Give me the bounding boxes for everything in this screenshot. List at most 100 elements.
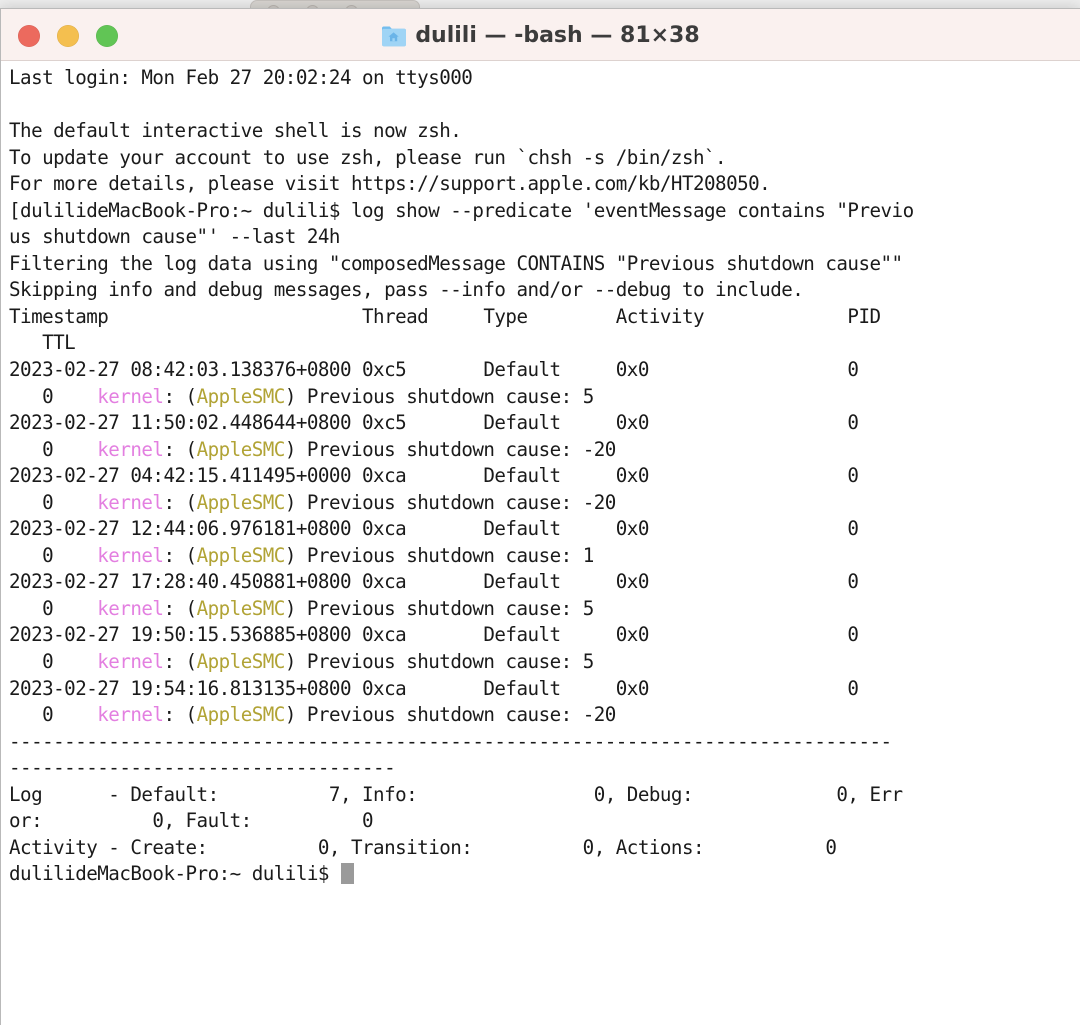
terminal-cursor bbox=[341, 863, 354, 884]
terminal-text: 0 bbox=[9, 385, 97, 408]
log-process-name: kernel bbox=[97, 544, 163, 567]
log-subsystem-name: AppleSMC bbox=[197, 597, 285, 620]
terminal-text: Timestamp Thread Type Activity PID bbox=[9, 305, 881, 328]
terminal-text: 0 bbox=[9, 544, 97, 567]
terminal-text: To update your account to use zsh, pleas… bbox=[9, 146, 726, 169]
terminal-text: dulilideMacBook-Pro:~ dulili$ bbox=[9, 862, 340, 885]
terminal-text: : ( bbox=[163, 385, 196, 408]
log-subsystem-name: AppleSMC bbox=[197, 650, 285, 673]
terminal-text: 2023-02-27 08:42:03.138376+0800 0xc5 Def… bbox=[9, 358, 858, 381]
terminal-line-zsh-notice-2: To update your account to use zsh, pleas… bbox=[9, 145, 1080, 172]
terminal-line-entry-6-msg: 0 kernel: (AppleSMC) Previous shutdown c… bbox=[9, 649, 1080, 676]
terminal-line-skipping-notice: Skipping info and debug messages, pass -… bbox=[9, 277, 1080, 304]
close-button[interactable] bbox=[18, 25, 40, 47]
terminal-line-summary-log-1: Log - Default: 7, Info: 0, Debug: 0, Err bbox=[9, 782, 1080, 809]
terminal-text: : ( bbox=[163, 491, 196, 514]
terminal-text: 0 bbox=[9, 491, 97, 514]
window-title-group: dulili — -bash — 81×38 bbox=[1, 9, 1080, 61]
terminal-line-entry-7-time: 2023-02-27 19:54:16.813135+0800 0xca Def… bbox=[9, 676, 1080, 703]
terminal-text: ) Previous shutdown cause: 5 bbox=[285, 597, 594, 620]
terminal-window: dulili — -bash — 81×38 Last login: Mon F… bbox=[0, 8, 1080, 1025]
terminal-text: 2023-02-27 17:28:40.450881+0800 0xca Def… bbox=[9, 570, 858, 593]
log-process-name: kernel bbox=[97, 597, 163, 620]
terminal-text: ) Previous shutdown cause: -20 bbox=[285, 703, 616, 726]
terminal-line-zsh-notice-1: The default interactive shell is now zsh… bbox=[9, 118, 1080, 145]
log-process-name: kernel bbox=[97, 491, 163, 514]
terminal-text: ----------------------------------------… bbox=[9, 730, 892, 753]
terminal-text: : ( bbox=[163, 438, 196, 461]
minimize-button[interactable] bbox=[57, 25, 79, 47]
terminal-text: : ( bbox=[163, 544, 196, 567]
terminal-text: Activity - Create: 0, Transition: 0, Act… bbox=[9, 836, 836, 859]
log-subsystem-name: AppleSMC bbox=[197, 438, 285, 461]
terminal-text: 2023-02-27 19:50:15.536885+0800 0xca Def… bbox=[9, 623, 858, 646]
terminal-text: 0 bbox=[9, 597, 97, 620]
terminal-line-command-line-1: [dulilideMacBook-Pro:~ dulili$ log show … bbox=[9, 198, 1080, 225]
terminal-text: The default interactive shell is now zsh… bbox=[9, 119, 461, 142]
terminal-text: 2023-02-27 12:44:06.976181+0800 0xca Def… bbox=[9, 517, 858, 540]
terminal-line-entry-5-time: 2023-02-27 17:28:40.450881+0800 0xca Def… bbox=[9, 569, 1080, 596]
log-process-name: kernel bbox=[97, 438, 163, 461]
terminal-text: : ( bbox=[163, 650, 196, 673]
window-title: dulili — -bash — 81×38 bbox=[415, 23, 699, 48]
terminal-line-summary-activity: Activity - Create: 0, Transition: 0, Act… bbox=[9, 835, 1080, 862]
terminal-text: or: 0, Fault: 0 bbox=[9, 809, 373, 832]
terminal-line-entry-2-msg: 0 kernel: (AppleSMC) Previous shutdown c… bbox=[9, 437, 1080, 464]
terminal-text: Log - Default: 7, Info: 0, Debug: 0, Err bbox=[9, 783, 903, 806]
terminal-line-filter-notice: Filtering the log data using "composedMe… bbox=[9, 251, 1080, 278]
terminal-line-col-header-1: Timestamp Thread Type Activity PID bbox=[9, 304, 1080, 331]
terminal-text: ) Previous shutdown cause: -20 bbox=[285, 438, 616, 461]
terminal-text: 0 bbox=[9, 650, 97, 673]
terminal-text: 0 bbox=[9, 438, 97, 461]
terminal-line-col-header-2: TTL bbox=[9, 330, 1080, 357]
log-subsystem-name: AppleSMC bbox=[197, 385, 285, 408]
terminal-line-entry-1-msg: 0 kernel: (AppleSMC) Previous shutdown c… bbox=[9, 384, 1080, 411]
terminal-text: ) Previous shutdown cause: 1 bbox=[285, 544, 594, 567]
log-process-name: kernel bbox=[97, 703, 163, 726]
terminal-text: us shutdown cause"' --last 24h bbox=[9, 225, 340, 248]
terminal-screen: Last login: Mon Feb 27 20:02:24 on ttys0… bbox=[9, 65, 1080, 888]
terminal-line-entry-7-msg: 0 kernel: (AppleSMC) Previous shutdown c… bbox=[9, 702, 1080, 729]
terminal-text: TTL bbox=[9, 331, 75, 354]
terminal-line-summary-log-2: or: 0, Fault: 0 bbox=[9, 808, 1080, 835]
terminal-text: ) Previous shutdown cause: 5 bbox=[285, 650, 594, 673]
terminal-text: ) Previous shutdown cause: -20 bbox=[285, 491, 616, 514]
terminal-line-entry-2-time: 2023-02-27 11:50:02.448644+0800 0xc5 Def… bbox=[9, 410, 1080, 437]
terminal-text: [dulilideMacBook-Pro:~ dulili$ log show … bbox=[9, 199, 914, 222]
terminal-text: 2023-02-27 11:50:02.448644+0800 0xc5 Def… bbox=[9, 411, 858, 434]
terminal-line-zsh-notice-3: For more details, please visit https://s… bbox=[9, 171, 1080, 198]
terminal-output-area[interactable]: Last login: Mon Feb 27 20:02:24 on ttys0… bbox=[1, 61, 1080, 1025]
terminal-line-separator-2: ----------------------------------- bbox=[9, 755, 1080, 782]
terminal-text: 2023-02-27 04:42:15.411495+0000 0xca Def… bbox=[9, 464, 858, 487]
terminal-line-entry-1-time: 2023-02-27 08:42:03.138376+0800 0xc5 Def… bbox=[9, 357, 1080, 384]
home-folder-icon bbox=[381, 24, 406, 47]
terminal-line-separator-1: ----------------------------------------… bbox=[9, 729, 1080, 756]
terminal-text: For more details, please visit https://s… bbox=[9, 172, 770, 195]
log-process-name: kernel bbox=[97, 650, 163, 673]
terminal-text: Last login: Mon Feb 27 20:02:24 on ttys0… bbox=[9, 66, 472, 89]
log-subsystem-name: AppleSMC bbox=[197, 491, 285, 514]
terminal-line-entry-4-time: 2023-02-27 12:44:06.976181+0800 0xca Def… bbox=[9, 516, 1080, 543]
log-subsystem-name: AppleSMC bbox=[197, 703, 285, 726]
terminal-text: 0 bbox=[9, 703, 97, 726]
terminal-line-entry-5-msg: 0 kernel: (AppleSMC) Previous shutdown c… bbox=[9, 596, 1080, 623]
terminal-line-last-login: Last login: Mon Feb 27 20:02:24 on ttys0… bbox=[9, 65, 1080, 92]
terminal-text: ----------------------------------- bbox=[9, 756, 395, 779]
terminal-text: : ( bbox=[163, 703, 196, 726]
terminal-line-entry-3-time: 2023-02-27 04:42:15.411495+0000 0xca Def… bbox=[9, 463, 1080, 490]
terminal-line-entry-3-msg: 0 kernel: (AppleSMC) Previous shutdown c… bbox=[9, 490, 1080, 517]
log-process-name: kernel bbox=[97, 385, 163, 408]
terminal-line-prompt-final: dulilideMacBook-Pro:~ dulili$ bbox=[9, 861, 1080, 888]
terminal-text: 2023-02-27 19:54:16.813135+0800 0xca Def… bbox=[9, 677, 858, 700]
terminal-text: Skipping info and debug messages, pass -… bbox=[9, 278, 803, 301]
zoom-button[interactable] bbox=[96, 25, 118, 47]
terminal-text: Filtering the log data using "composedMe… bbox=[9, 252, 903, 275]
terminal-line-command-line-2: us shutdown cause"' --last 24h bbox=[9, 224, 1080, 251]
window-titlebar[interactable]: dulili — -bash — 81×38 bbox=[1, 9, 1080, 61]
terminal-line-blank-1 bbox=[9, 92, 1080, 119]
log-subsystem-name: AppleSMC bbox=[197, 544, 285, 567]
terminal-line-entry-6-time: 2023-02-27 19:50:15.536885+0800 0xca Def… bbox=[9, 622, 1080, 649]
terminal-text: ) Previous shutdown cause: 5 bbox=[285, 385, 594, 408]
terminal-line-entry-4-msg: 0 kernel: (AppleSMC) Previous shutdown c… bbox=[9, 543, 1080, 570]
terminal-text: : ( bbox=[163, 597, 196, 620]
